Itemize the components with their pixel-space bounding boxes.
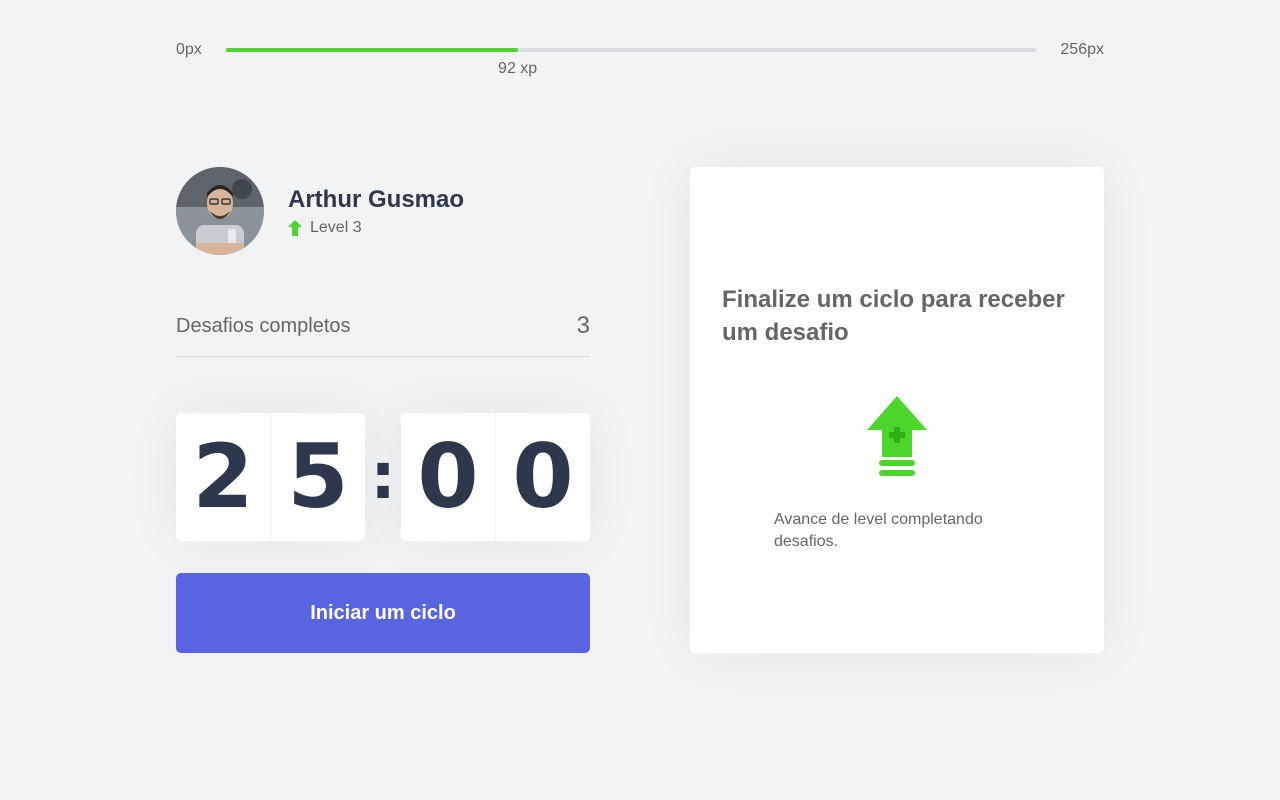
xp-progress-track: 92 xp bbox=[225, 48, 1037, 77]
minute-digit: 2 bbox=[176, 413, 271, 541]
level-up-icon bbox=[866, 395, 928, 482]
profile-name: Arthur Gusmao bbox=[288, 186, 465, 213]
xp-min-label: 0px bbox=[176, 41, 202, 58]
challenge-box: Finalize um ciclo para receber um desafi… bbox=[690, 167, 1104, 653]
avatar-photo bbox=[176, 167, 264, 255]
countdown: 2 5 : 0 0 bbox=[176, 413, 590, 541]
second-digit: 0 bbox=[512, 425, 574, 528]
level-up-arrow-icon bbox=[288, 220, 302, 236]
challenge-card-title: Finalize um ciclo para receber um desafi… bbox=[722, 286, 1065, 346]
profile: Arthur Gusmao Level 3 bbox=[176, 167, 464, 255]
profile-info: Arthur Gusmao Level 3 bbox=[288, 185, 464, 237]
start-cycle-button[interactable]: Iniciar um ciclo bbox=[176, 573, 590, 653]
profile-level-label: Level 3 bbox=[310, 219, 362, 236]
seconds-display: 0 0 bbox=[401, 413, 590, 541]
minute-digit: 5 bbox=[287, 425, 349, 528]
avatar bbox=[176, 167, 264, 255]
profile-level: Level 3 bbox=[288, 219, 464, 237]
challenge-card-description: Avance de level completando desafios. bbox=[774, 511, 983, 550]
countdown-separator: : bbox=[370, 440, 396, 514]
second-digit: 0 bbox=[401, 413, 496, 541]
completed-challenges: Desafios completos 3 bbox=[176, 306, 590, 357]
xp-current-label: 92 xp bbox=[498, 60, 538, 77]
minutes-display: 2 5 bbox=[176, 413, 365, 541]
xp-progress-fill bbox=[225, 48, 518, 52]
experience-bar: 0px 92 xp 256px bbox=[176, 38, 1104, 77]
xp-max-label: 256px bbox=[1060, 41, 1104, 58]
completed-challenges-label: Desafios completos bbox=[176, 315, 351, 337]
completed-challenges-count: 3 bbox=[576, 312, 590, 339]
